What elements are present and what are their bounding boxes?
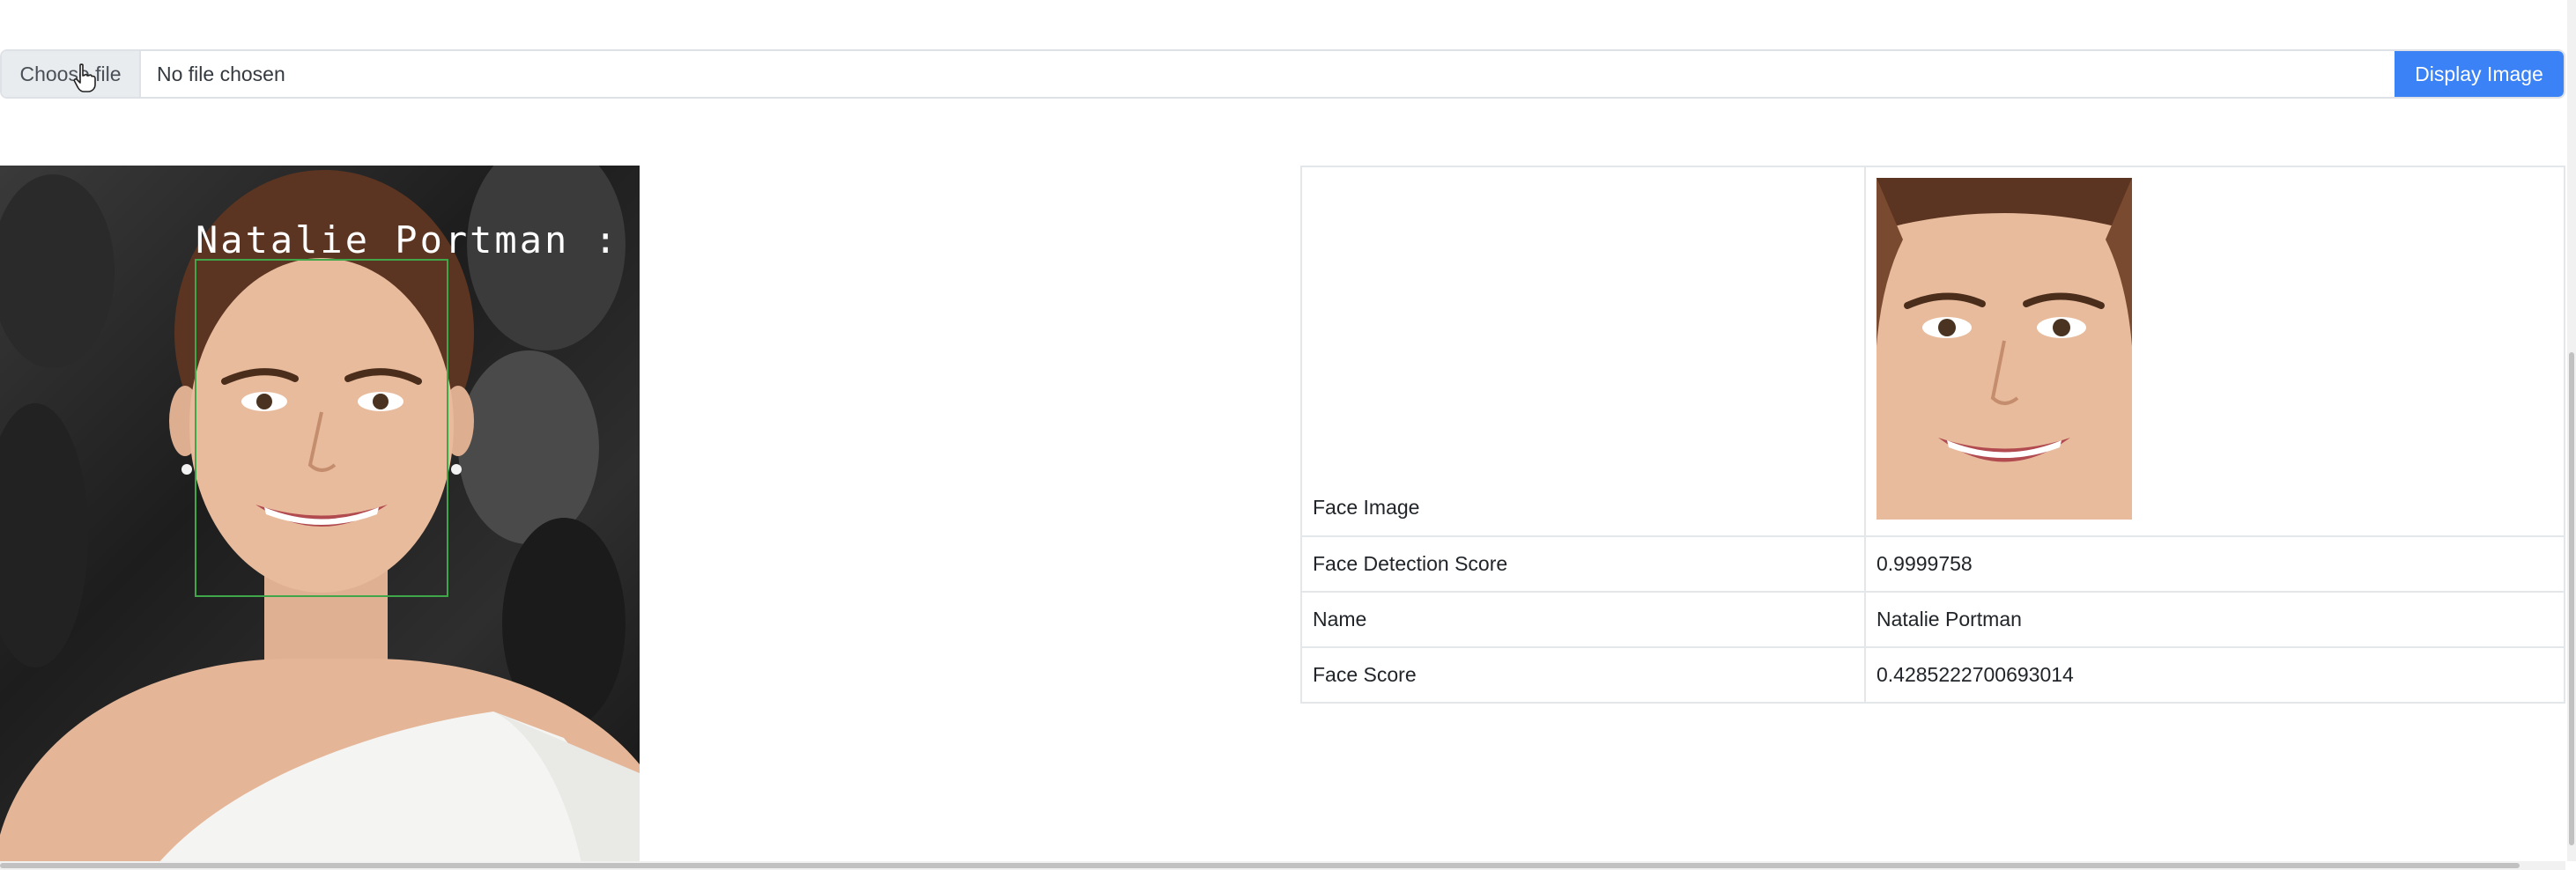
hand-pointer-icon <box>73 63 96 92</box>
display-image-button[interactable]: Display Image <box>2395 51 2564 97</box>
uploaded-photo: Natalie Portman : 4 <box>0 166 640 863</box>
face-image-cell <box>1864 166 2565 537</box>
face-detection-box <box>195 259 448 597</box>
face-score-label: Face Score <box>1300 646 1866 704</box>
detection-score-value: 0.9999758 <box>1864 535 2565 593</box>
vertical-scrollbar-thumb[interactable] <box>2569 352 2574 845</box>
results-table: Face Image Face Detection Score 0.999975… <box>1300 166 2565 704</box>
face-overlay-label: Natalie Portman : 4 <box>196 218 640 262</box>
face-score-value: 0.4285222700693014 <box>1864 646 2565 704</box>
vertical-scrollbar[interactable] <box>2567 0 2576 861</box>
choose-file-button[interactable]: Choose file <box>2 51 141 97</box>
horizontal-scrollbar[interactable] <box>0 861 2565 870</box>
choose-file-label: Choose file <box>19 62 122 85</box>
name-label: Name <box>1300 591 1866 648</box>
table-row: Name Natalie Portman <box>1300 591 2565 648</box>
horizontal-scrollbar-thumb[interactable] <box>0 863 2520 868</box>
table-row-face-image: Face Image <box>1300 166 2565 537</box>
file-upload-group: Choose file No file chosen Display Image <box>0 49 2565 99</box>
detection-score-label: Face Detection Score <box>1300 535 1866 593</box>
file-status-text: No file chosen <box>157 62 285 85</box>
face-crop-illustration <box>1876 178 2132 520</box>
table-row: Face Detection Score 0.9999758 <box>1300 535 2565 593</box>
name-value: Natalie Portman <box>1864 591 2565 648</box>
face-image-label: Face Image <box>1300 166 1866 537</box>
table-row: Face Score 0.4285222700693014 <box>1300 646 2565 704</box>
face-crop-image <box>1876 178 2132 520</box>
